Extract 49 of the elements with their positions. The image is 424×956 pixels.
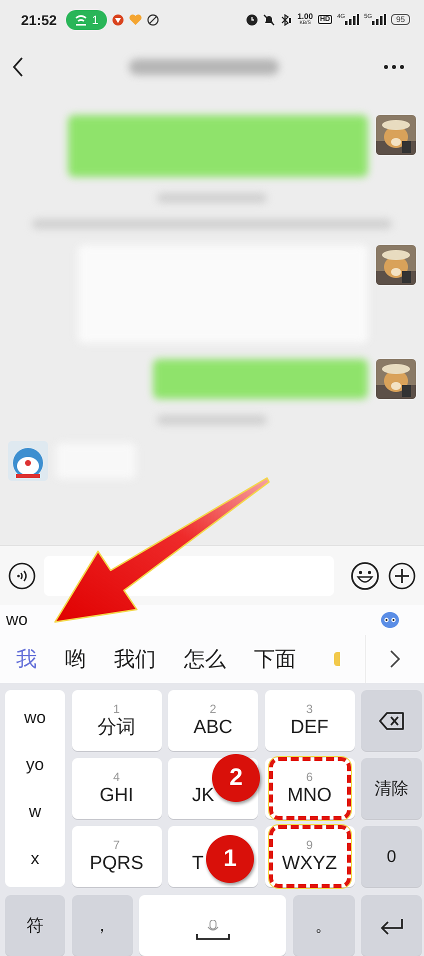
- backspace-icon: [378, 712, 404, 730]
- letter-key[interactable]: T 1: [168, 826, 258, 888]
- signal-icon: [345, 14, 360, 26]
- mute-bell-icon: [263, 14, 276, 26]
- no-signal-icon: [146, 14, 158, 26]
- candidate-word[interactable]: 我们: [114, 645, 156, 674]
- chevron-icon[interactable]: [390, 650, 400, 668]
- candidate-word[interactable]: 哟: [65, 645, 86, 674]
- candidate-word[interactable]: 怎么: [184, 645, 226, 674]
- pinyin-option[interactable]: x: [30, 849, 40, 870]
- symbol-key[interactable]: 符: [5, 895, 65, 956]
- letter-key[interactable]: 1 分词: [72, 690, 162, 752]
- heart-icon: [128, 14, 142, 26]
- step-badge: 1: [206, 835, 254, 884]
- letter-key[interactable]: 7 PQRS: [72, 826, 162, 888]
- backspace-key[interactable]: [361, 690, 422, 752]
- alarm-icon: [246, 13, 258, 26]
- bluetooth-icon: [280, 14, 292, 26]
- voice-icon[interactable]: [8, 562, 36, 590]
- symbol-key[interactable]: ，: [72, 895, 132, 956]
- pinyin-option[interactable]: wo: [24, 708, 46, 728]
- more-icon[interactable]: [384, 65, 404, 70]
- letter-key[interactable]: 6 MNO: [264, 758, 354, 820]
- signal-icon: [372, 14, 386, 26]
- pinyin-option[interactable]: yo: [26, 754, 44, 775]
- composition-text: wo: [6, 610, 28, 630]
- app-notification-icon: [112, 14, 124, 26]
- candidate-word[interactable]: 下面: [254, 645, 296, 674]
- back-icon[interactable]: [12, 57, 24, 78]
- candidate-word[interactable]: 我: [16, 645, 37, 674]
- battery-level: 95: [391, 14, 410, 26]
- hotspot-icon: [74, 14, 88, 26]
- mascot-icon[interactable]: [380, 611, 400, 630]
- network-speed: 1.00: [297, 13, 313, 22]
- letter-key[interactable]: 2 ABC: [168, 690, 258, 752]
- function-key[interactable]: 清除: [361, 758, 422, 820]
- letter-key[interactable]: 4 GHI: [72, 758, 162, 820]
- pinyin-option[interactable]: w: [28, 802, 42, 822]
- function-key[interactable]: 0: [361, 826, 422, 888]
- plus-icon[interactable]: [388, 562, 416, 590]
- emoji-icon[interactable]: [350, 560, 380, 591]
- space-mic-icon: [194, 920, 230, 942]
- letter-key[interactable]: 3 DEF: [264, 690, 354, 752]
- enter-icon: [378, 916, 404, 935]
- letter-key[interactable]: 9 WXYZ: [264, 826, 354, 888]
- enter-key[interactable]: [361, 895, 422, 956]
- clock-time: 21:52: [21, 12, 57, 28]
- symbol-key[interactable]: 。: [292, 895, 354, 956]
- hotspot-pill: 1: [66, 10, 106, 30]
